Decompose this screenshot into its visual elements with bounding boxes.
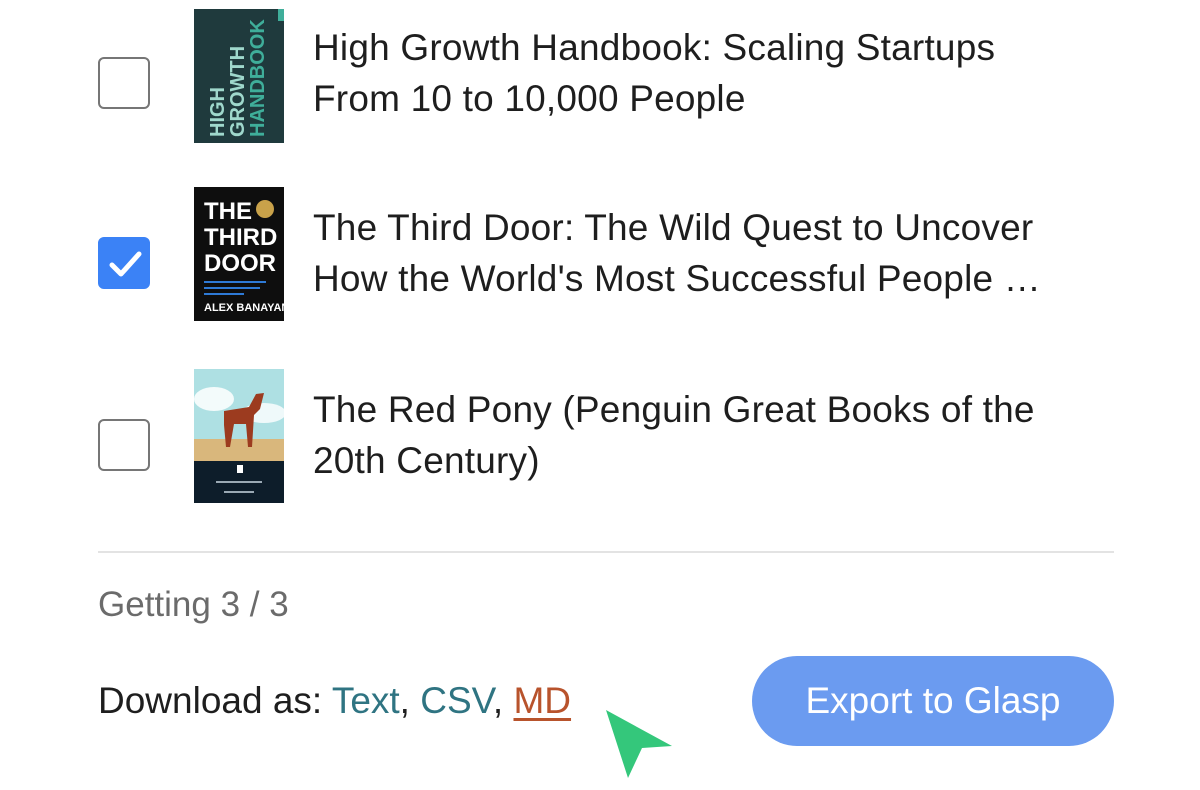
- cover-text-line: HIGH: [207, 87, 229, 137]
- cover-text-line: THIRD: [204, 224, 277, 251]
- book-title-line: How the World's Most Successful People …: [313, 258, 1041, 299]
- book-export-panel: HIGH GROWTH HANDBOOK High Growth Handboo…: [0, 0, 1200, 790]
- book-checkbox-checked[interactable]: [98, 237, 150, 289]
- book-title-line: 20th Century): [313, 440, 540, 481]
- download-md-link[interactable]: MD: [513, 680, 571, 721]
- book-title-line: High Growth Handbook: Scaling Startups: [313, 27, 996, 68]
- progress-status: Getting 3 / 3: [98, 585, 289, 624]
- book-cover-image: HIGH GROWTH HANDBOOK: [194, 9, 284, 143]
- divider: [98, 551, 1114, 553]
- book-title: High Growth Handbook: Scaling Startups F…: [313, 22, 1103, 124]
- book-title-line: The Third Door: The Wild Quest to Uncove…: [313, 207, 1034, 248]
- download-text-link[interactable]: Text: [332, 680, 400, 721]
- book-title-line: The Red Pony (Penguin Great Books of the: [313, 389, 1035, 430]
- download-options: Download as: Text, CSV, MD: [98, 680, 571, 722]
- book-title: The Third Door: The Wild Quest to Uncove…: [313, 202, 1103, 304]
- download-csv-link[interactable]: CSV: [420, 680, 493, 721]
- book-title: The Red Pony (Penguin Great Books of the…: [313, 384, 1103, 486]
- book-item: The Red Pony (Penguin Great Books of the…: [0, 366, 1200, 506]
- separator: ,: [492, 680, 514, 721]
- download-label: Download as:: [98, 680, 332, 721]
- export-to-glasp-button[interactable]: Export to Glasp: [752, 656, 1114, 746]
- cursor-pointer-icon: [606, 710, 672, 778]
- cover-author: ALEX BANAYAN: [204, 302, 284, 314]
- book-checkbox[interactable]: [98, 57, 150, 109]
- cover-text-line: THE: [204, 198, 252, 225]
- book-item: HIGH GROWTH HANDBOOK High Growth Handboo…: [0, 6, 1200, 146]
- checkmark-icon: [109, 251, 142, 277]
- separator: ,: [399, 680, 421, 721]
- book-title-line: From 10 to 10,000 People: [313, 78, 746, 119]
- book-cover-image: THE THIRD DOOR ALEX BANAYAN: [194, 187, 284, 321]
- book-item: THE THIRD DOOR ALEX BANAYAN The Third Do…: [0, 186, 1200, 326]
- cover-text-line: GROWTH: [227, 46, 249, 137]
- cover-text-line: DOOR: [204, 250, 276, 277]
- book-cover-image: [194, 369, 284, 503]
- book-checkbox[interactable]: [98, 419, 150, 471]
- cover-text-line: HANDBOOK: [247, 19, 269, 137]
